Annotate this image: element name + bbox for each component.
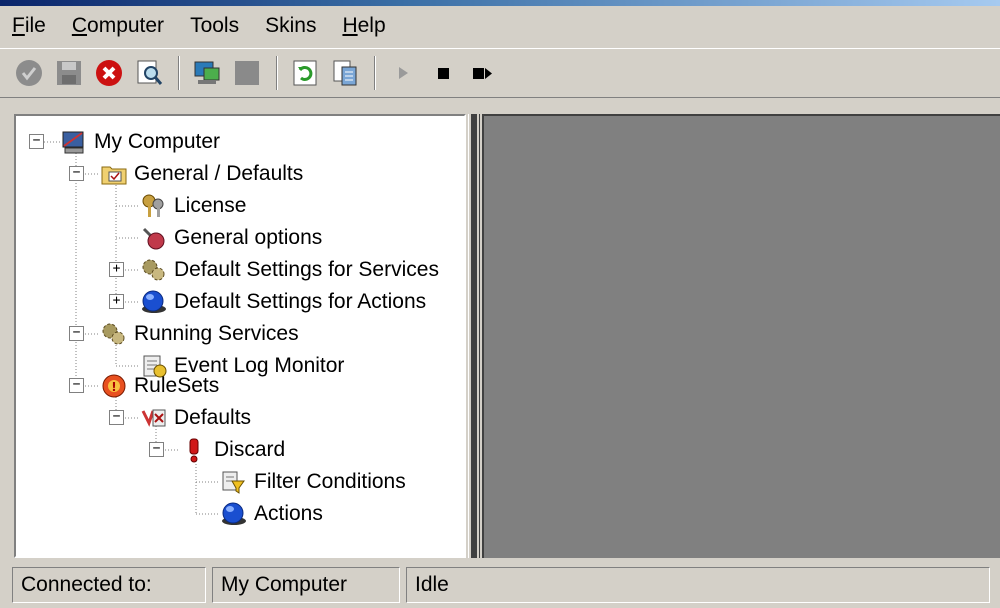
keys-icon <box>140 193 168 219</box>
toolbar-separator <box>374 56 376 90</box>
collapse-toggle[interactable]: − <box>109 410 124 425</box>
ruleset-icon: ! <box>100 373 128 399</box>
toolbar <box>0 48 1000 98</box>
search-icon[interactable] <box>130 54 168 92</box>
disconnect-icon[interactable] <box>228 54 266 92</box>
connect-icon[interactable] <box>188 54 226 92</box>
filter-icon <box>220 469 248 495</box>
collapse-toggle[interactable]: − <box>69 166 84 181</box>
tree-label: Discard <box>214 438 286 461</box>
tree-node-default-services[interactable]: Default Settings for Services <box>140 256 439 284</box>
config-tree[interactable]: − My Computer − General / Defaults Licen… <box>14 114 466 558</box>
cancel-icon[interactable] <box>90 54 128 92</box>
tree-label: Actions <box>254 502 323 525</box>
tree-label: Filter Conditions <box>254 470 406 493</box>
computer-icon <box>60 129 88 155</box>
menu-bar: File Computer Tools Skins Help <box>0 6 1000 46</box>
tree-label: General options <box>174 226 323 249</box>
svg-text:!: ! <box>111 380 116 394</box>
tree-node-license[interactable]: License <box>140 192 246 220</box>
tree-label: License <box>174 194 247 217</box>
tree-label: General / Defaults <box>134 162 304 185</box>
tree-label: Default Settings for Actions <box>174 290 427 313</box>
refresh-icon[interactable] <box>286 54 324 92</box>
status-state: Idle <box>406 567 990 603</box>
tree-label: RuleSets <box>134 374 220 397</box>
detail-pane <box>482 114 1000 558</box>
toolbar-separator <box>178 56 180 90</box>
pane-splitter[interactable] <box>468 114 480 558</box>
expand-toggle[interactable]: + <box>109 294 124 309</box>
tree-node-default-actions[interactable]: Default Settings for Actions <box>140 288 426 316</box>
menu-tools[interactable]: Tools <box>190 14 239 38</box>
status-connected-label: Connected to: <box>12 567 206 603</box>
status-computer: My Computer <box>212 567 400 603</box>
globe-icon <box>220 501 248 527</box>
tree-node-my-computer[interactable]: My Computer <box>60 128 220 156</box>
properties-icon[interactable] <box>326 54 364 92</box>
tree-node-defaults[interactable]: Defaults <box>140 404 251 432</box>
rule-icon <box>180 437 208 463</box>
gears-icon <box>140 257 168 283</box>
collapse-toggle[interactable]: − <box>69 326 84 341</box>
save-icon[interactable] <box>50 54 88 92</box>
toolbar-separator <box>276 56 278 90</box>
globe-icon <box>140 289 168 315</box>
gears-icon <box>100 321 128 347</box>
options-icon <box>140 225 168 251</box>
tree-node-general-options[interactable]: General options <box>140 224 322 252</box>
menu-file[interactable]: File <box>12 14 46 38</box>
tree-label: Running Services <box>134 322 299 345</box>
menu-help[interactable]: Help <box>342 14 385 38</box>
main-area: − My Computer − General / Defaults Licen… <box>0 100 1000 560</box>
collapse-toggle[interactable]: − <box>29 134 44 149</box>
tree-node-discard[interactable]: Discard <box>180 436 285 464</box>
play-icon[interactable] <box>384 54 422 92</box>
tree-node-rulesets[interactable]: ! RuleSets <box>100 372 219 400</box>
tree-label: Defaults <box>174 406 252 429</box>
tree-label: My Computer <box>94 130 221 153</box>
check-icon[interactable] <box>10 54 48 92</box>
menu-computer[interactable]: Computer <box>72 14 164 38</box>
tree-label: Default Settings for Services <box>174 258 439 281</box>
folder-icon <box>100 161 128 187</box>
tree-node-filter-conditions[interactable]: Filter Conditions <box>220 468 406 496</box>
tree-node-running-services[interactable]: Running Services <box>100 320 299 348</box>
status-bar: Connected to: My Computer Idle <box>0 562 1000 608</box>
tree-node-general-defaults[interactable]: General / Defaults <box>100 160 303 188</box>
collapse-toggle[interactable]: − <box>69 378 84 393</box>
step-icon[interactable] <box>464 54 502 92</box>
menu-skins[interactable]: Skins <box>265 14 316 38</box>
tree-node-actions[interactable]: Actions <box>220 500 323 528</box>
stop-icon[interactable] <box>424 54 462 92</box>
expand-toggle[interactable]: + <box>109 262 124 277</box>
ruleset-defaults-icon <box>140 405 168 431</box>
collapse-toggle[interactable]: − <box>149 442 164 457</box>
